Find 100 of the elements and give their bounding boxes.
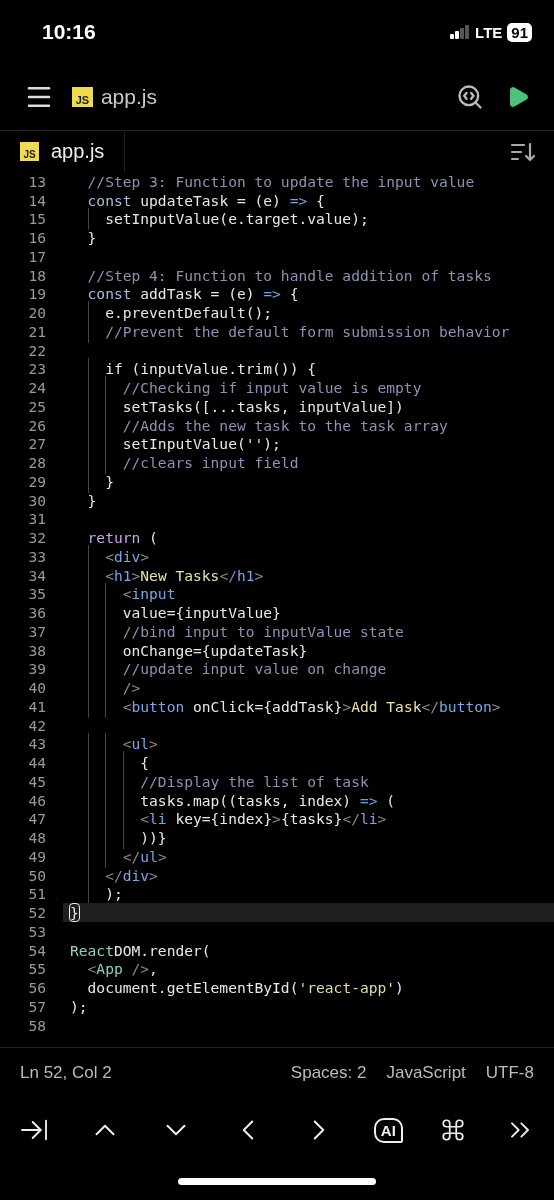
code-line: setInputValue(e.target.value); [104,210,369,228]
line-number: 36 [27,604,46,622]
code-line: //Step 3: Function to update the input value [86,172,475,190]
line-number: 58 [27,1016,46,1034]
code-line: </ul> [121,847,167,865]
code-line: } [86,229,97,247]
line-number: 31 [27,510,46,528]
code-line: } [86,491,97,509]
line-number: 49 [27,847,46,865]
code-line: <li key={index}>{tasks}</li> [139,810,387,828]
code-line: return ( [86,529,158,547]
line-number: 56 [27,979,46,997]
line-number: 18 [27,266,46,284]
encoding-label: UTF-8 [485,1062,534,1083]
code-line: <button onClick={addTask}>Add Task</button> [121,697,501,715]
line-number: 13 [27,172,46,190]
code-line: //Step 4: Function to handle addition of tasks [86,266,492,284]
line-number: 52 [27,904,46,922]
command-icon[interactable] [440,1117,467,1143]
line-number: 17 [27,247,46,265]
line-number: 20 [27,304,46,322]
line-number: 34 [27,566,46,584]
code-line: e.preventDefault(); [104,304,273,322]
code-line: //Display the list of task [139,772,369,790]
battery-level: 91 [507,22,532,42]
code-line: ); [104,885,123,903]
ai-button[interactable]: AI [373,1117,403,1143]
javascript-file-icon: JS [72,86,93,108]
code-line: } [70,904,79,922]
line-number: 45 [27,772,46,790]
code-line: //bind input to inputValue state [121,622,404,640]
line-number: 14 [27,191,46,209]
code-line: { [139,754,150,772]
code-line: <input [121,585,176,603]
code-line: <div> [104,547,150,565]
code-line: setTasks([...tasks, inputValue]) [121,397,404,415]
code-line: setInputValue(''); [121,435,281,453]
network-label: LTE [475,23,503,41]
code-line: <h1>New Tasks</h1> [104,566,264,584]
line-number: 24 [27,379,46,397]
line-number: 54 [27,941,46,959]
code-line: //Prevent the default form submission behavior [104,322,510,340]
language-mode: JavaScript [386,1062,466,1083]
line-number: 40 [27,679,46,697]
code-line: const addTask = (e) => { [86,285,299,303]
code-line: onChange={updateTask} [121,641,308,659]
line-number: 41 [27,697,46,715]
line-number: 53 [27,922,46,940]
line-number: 21 [27,322,46,340]
line-number: 27 [27,435,46,453]
line-number: 51 [27,885,46,903]
code-search-icon[interactable] [456,83,484,111]
line-number: 37 [27,622,46,640]
code-line: document.getElementById('react-app') [86,979,404,997]
line-number: 39 [27,660,46,678]
line-number: 32 [27,529,46,547]
line-number: 15 [27,210,46,228]
code-line: //Checking if input value is empty [121,379,422,397]
code-line: if (inputValue.trim()) { [104,360,316,378]
code-line: tasks.map((tasks, index) => ( [139,791,396,809]
code-line: <ul> [121,735,158,753]
line-number: 25 [27,397,46,415]
line-number: 57 [27,997,46,1015]
code-line: //Adds the new task to the task array [121,416,448,434]
code-line: //update input value on change [121,660,387,678]
line-number: 47 [27,810,46,828]
line-number: 16 [27,229,46,247]
line-number: 23 [27,360,46,378]
indentation-setting: Spaces: 2 [290,1062,367,1083]
cursor-position: Ln 52, Col 2 [20,1062,113,1083]
sort-icon[interactable] [510,140,536,163]
line-number: 44 [27,754,46,772]
code-line: value={inputValue} [121,604,281,622]
clock: 10:16 [42,20,96,44]
line-number: 22 [27,341,46,359]
line-number: 48 [27,829,46,847]
line-number: 42 [27,716,46,734]
code-line: } [104,472,114,490]
javascript-file-icon: JS [20,142,39,161]
code-line: ReactDOM.render( [70,941,211,959]
line-number: 26 [27,416,46,434]
line-number: 19 [27,285,46,303]
code-line: //clears input field [121,454,299,472]
line-number: 38 [27,641,46,659]
line-number: 46 [27,791,46,809]
line-number: 30 [27,491,46,509]
code-line: /> [121,679,141,697]
line-number: 33 [27,547,46,565]
line-number: 43 [27,735,46,753]
signal-icon [450,25,471,39]
code-line: ))} [139,829,167,847]
line-number: 50 [27,866,46,884]
line-number: 28 [27,454,46,472]
code-line: </div> [104,866,158,884]
line-number: 29 [27,472,46,490]
file-title: app.js [100,85,158,109]
code-line: const updateTask = (e) => { [86,191,325,209]
line-number: 55 [27,960,46,978]
code-line: ); [70,997,88,1015]
line-number: 35 [27,585,46,603]
